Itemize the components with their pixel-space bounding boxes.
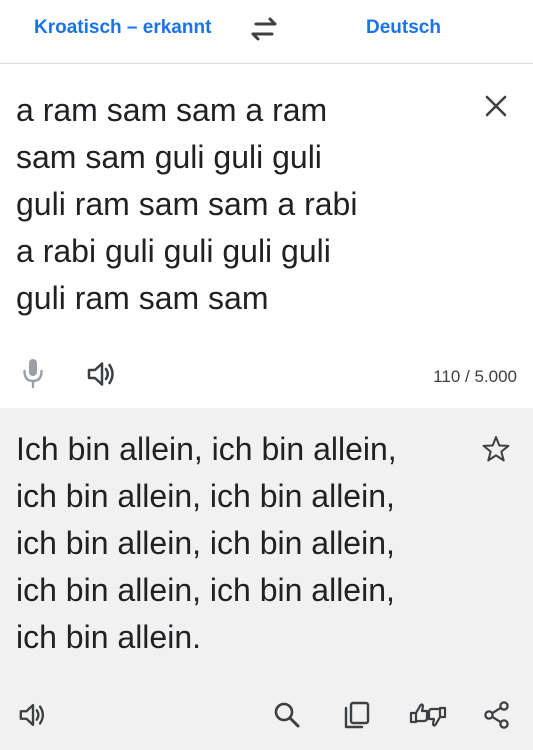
copy-button[interactable]	[342, 700, 372, 730]
feedback-icon	[409, 703, 447, 727]
speaker-icon	[87, 362, 114, 386]
share-icon	[484, 701, 509, 729]
target-language-button[interactable]: Deutsch	[366, 16, 441, 40]
search-button[interactable]	[272, 700, 302, 730]
clear-text-button[interactable]	[482, 92, 510, 120]
source-listen-button[interactable]	[86, 359, 118, 389]
source-panel: a ram sam sam a ram sam sam guli guli gu…	[0, 65, 533, 408]
translation-text: Ich bin allein, ich bin allein, ich bin …	[16, 431, 397, 655]
microphone-icon	[23, 359, 43, 389]
language-bar: Kroatisch – erkannt Deutsch	[0, 0, 533, 64]
star-icon	[482, 436, 510, 462]
source-text-input[interactable]: a ram sam sam a ram sam sam guli guli gu…	[16, 87, 446, 322]
close-icon	[485, 95, 507, 117]
share-button[interactable]	[482, 700, 512, 730]
translation-panel: Ich bin allein, ich bin allein, ich bin …	[0, 408, 533, 750]
copy-icon	[344, 701, 370, 729]
translation-listen-button[interactable]	[18, 700, 48, 730]
character-count: 110 / 5.000	[433, 367, 517, 386]
save-translation-button[interactable]	[481, 434, 511, 464]
feedback-button[interactable]	[409, 700, 447, 730]
speaker-icon	[19, 703, 45, 727]
swap-arrows-icon	[251, 17, 277, 41]
source-language-button[interactable]: Kroatisch – erkannt	[34, 16, 211, 40]
search-icon	[274, 702, 300, 728]
microphone-button[interactable]	[20, 357, 46, 389]
swap-languages-button[interactable]	[248, 16, 280, 42]
